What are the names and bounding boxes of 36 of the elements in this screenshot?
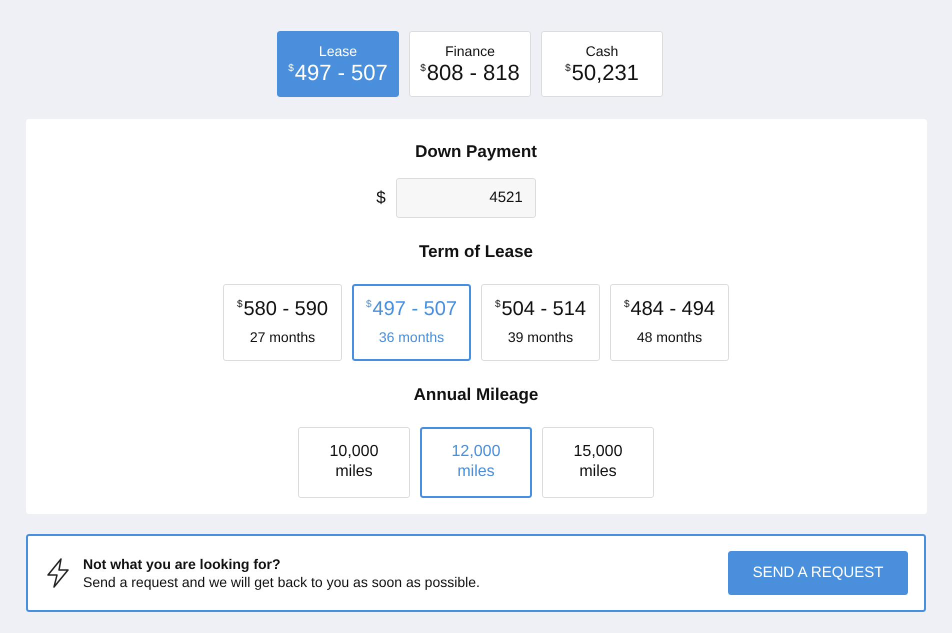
price-amount: 580 - 590: [244, 297, 328, 321]
payment-tab[interactable]: Finance $808 - 818: [409, 31, 531, 97]
currency-label: $: [376, 186, 386, 209]
tab-label: Cash: [586, 42, 618, 58]
term-label: 36 months: [378, 328, 444, 347]
term-option[interactable]: $484 - 494 48 months: [610, 284, 729, 361]
currency-sign: $: [366, 299, 372, 311]
currency-sign: $: [624, 299, 630, 311]
term-label: 39 months: [508, 328, 574, 347]
banner-text: Send a request and we will get back to you as soon as possible.: [83, 573, 481, 591]
mileage-option[interactable]: 10,000 miles: [298, 426, 410, 498]
banner-heading: Not what you are looking for?: [83, 555, 282, 573]
price-amount: 808 - 818: [426, 60, 520, 86]
mileage-option[interactable]: 15,000 miles: [542, 426, 654, 498]
price-amount: 497 - 507: [294, 60, 388, 86]
price-amount: 497 - 507: [372, 297, 458, 321]
term-option[interactable]: $580 - 590 27 months: [223, 284, 342, 361]
price-amount: 484 - 494: [630, 297, 716, 321]
currency-sign: $: [236, 299, 243, 311]
term-label: 27 months: [250, 328, 316, 347]
section-title: Annual Mileage: [414, 384, 538, 406]
section-title: Term of Lease: [418, 240, 533, 262]
lightning-icon: [46, 558, 70, 588]
payment-tab[interactable]: Cash $50,231: [541, 31, 663, 97]
currency-sign: $: [565, 62, 571, 74]
tab-label: Finance: [445, 42, 495, 58]
price-amount: 504 - 514: [502, 297, 586, 321]
currency-sign: $: [288, 62, 294, 74]
currency-sign: $: [420, 62, 426, 74]
term-label: 48 months: [636, 328, 702, 347]
term-option[interactable]: $504 - 514 39 months: [481, 284, 600, 361]
down-payment-field[interactable]: 4521: [396, 178, 536, 218]
section-title: Down Payment: [415, 141, 537, 163]
currency-sign: $: [494, 299, 501, 311]
price-amount: 50,231: [572, 60, 639, 86]
tab-label: Lease: [318, 42, 358, 58]
